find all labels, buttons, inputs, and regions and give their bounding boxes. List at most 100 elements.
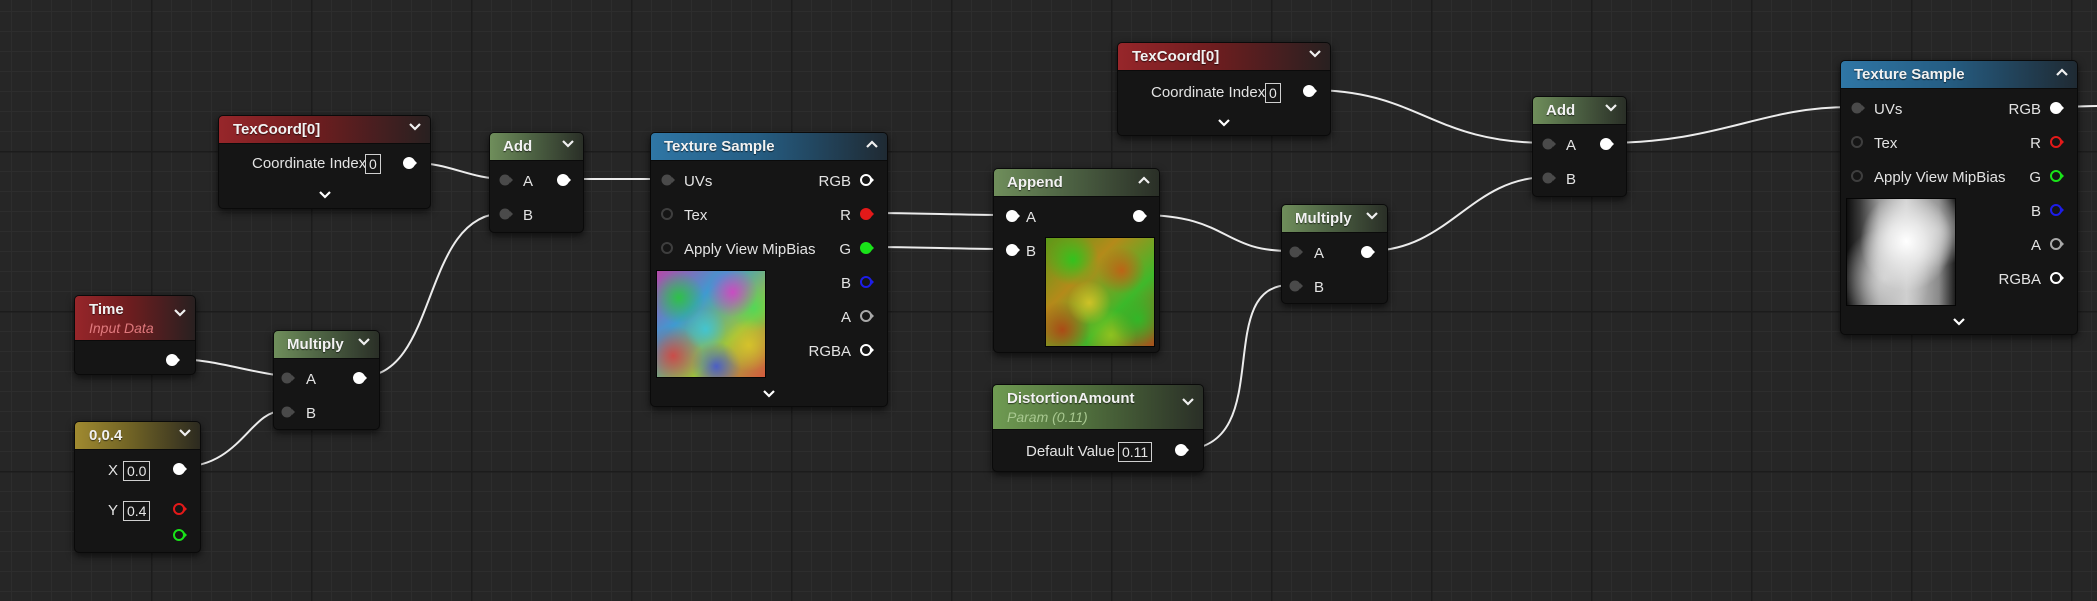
expander-arrow-icon[interactable] [1216, 116, 1232, 128]
output-pin-r[interactable] [859, 207, 875, 221]
node-title: Texture Sample [664, 138, 775, 155]
expander-arrow-icon[interactable] [317, 188, 333, 200]
input-pin-tex[interactable] [660, 207, 676, 221]
output-pin-b[interactable] [2049, 203, 2065, 217]
rgb-label: RGB [818, 173, 851, 190]
wire-texcoord2-to-add2-a [1309, 89, 1549, 144]
output-pin-green[interactable] [172, 528, 188, 542]
texcoord-node-1[interactable]: TexCoord[0] Coordinate Index 0 [218, 115, 431, 209]
texture-sample-node-1[interactable]: Texture Sample UVs Tex Apply View MipBia… [650, 132, 888, 407]
input-b-label: B [306, 405, 317, 422]
default-value-field[interactable]: 0.11 [1118, 442, 1153, 462]
input-pin-mipbias[interactable] [1850, 169, 1866, 183]
output-pin-a[interactable] [2049, 237, 2065, 251]
output-pin[interactable] [556, 173, 572, 187]
texcoord-node-2[interactable]: TexCoord[0] Coordinate Index 0 [1117, 42, 1331, 136]
r-label: R [2030, 135, 2041, 152]
chevron-down-icon[interactable] [408, 120, 422, 134]
append-node[interactable]: Append A B [993, 168, 1160, 353]
constant2vector-node[interactable]: 0,0.4 X 0.0 Y 0.4 [74, 421, 201, 553]
node-header[interactable]: Texture Sample [651, 133, 887, 161]
node-header[interactable]: Append [994, 169, 1159, 197]
chevron-up-icon[interactable] [2055, 65, 2069, 79]
chevron-up-icon[interactable] [865, 137, 879, 151]
node-header[interactable]: Time Input Data [75, 296, 195, 341]
coordinate-index-value[interactable]: 0 [365, 154, 381, 174]
multiply-node-1[interactable]: Multiply A B [273, 330, 380, 430]
output-pin[interactable] [165, 353, 181, 367]
input-pin-b[interactable] [1288, 279, 1304, 293]
chevron-down-icon[interactable] [1181, 395, 1195, 409]
texture-sample-node-2[interactable]: Texture Sample UVs Tex Apply View MipBia… [1840, 60, 2078, 335]
chevron-down-icon[interactable] [1365, 209, 1379, 223]
input-b-label: B [1026, 243, 1037, 260]
chevron-down-icon[interactable] [173, 306, 187, 320]
chevron-down-icon[interactable] [1604, 101, 1618, 115]
coordinate-index-value[interactable]: 0 [1265, 83, 1281, 103]
input-pin-uvs[interactable] [1850, 101, 1866, 115]
wire-append-to-multiply2-a [1138, 214, 1291, 252]
chevron-up-icon[interactable] [1137, 173, 1151, 187]
input-pin-a[interactable] [1005, 209, 1021, 223]
chevron-down-icon[interactable] [1308, 47, 1322, 61]
expander-arrow-icon[interactable] [1951, 315, 1967, 327]
chevron-down-icon[interactable] [357, 335, 371, 349]
output-pin-r[interactable] [2049, 135, 2065, 149]
node-header[interactable]: Multiply [274, 331, 379, 359]
y-value[interactable]: 0.4 [123, 501, 151, 521]
input-pin-mipbias[interactable] [660, 241, 676, 255]
output-pin[interactable] [1360, 245, 1376, 259]
output-pin-rgba[interactable] [2049, 271, 2065, 285]
input-pin-a[interactable] [1288, 245, 1304, 259]
texture-preview-image [656, 270, 766, 378]
input-pin-a[interactable] [1541, 137, 1557, 151]
input-pin-b[interactable] [498, 207, 514, 221]
chevron-down-icon[interactable] [561, 137, 575, 151]
time-node[interactable]: Time Input Data [74, 295, 196, 375]
node-header[interactable]: Multiply [1282, 205, 1387, 233]
output-pin[interactable] [172, 462, 188, 476]
input-pin-tex[interactable] [1850, 135, 1866, 149]
output-pin[interactable] [402, 156, 418, 170]
output-pin[interactable] [1132, 209, 1148, 223]
output-pin-rgb[interactable] [859, 173, 875, 187]
output-pin-rgba[interactable] [859, 343, 875, 357]
multiply-node-2[interactable]: Multiply A B [1281, 204, 1388, 304]
output-pin[interactable] [1302, 84, 1318, 98]
output-pin-rgb[interactable] [2049, 101, 2065, 115]
input-pin-b[interactable] [1005, 243, 1021, 257]
wire-texsample1-g-to-append-b [866, 246, 1011, 250]
chevron-down-icon[interactable] [178, 426, 192, 440]
node-header[interactable]: TexCoord[0] [219, 116, 430, 144]
input-pin-a[interactable] [498, 173, 514, 187]
node-header[interactable]: Texture Sample [1841, 61, 2077, 89]
output-pin-g[interactable] [859, 241, 875, 255]
node-title: Append [1007, 174, 1063, 191]
input-pin-a[interactable] [280, 371, 296, 385]
output-pin[interactable] [1599, 137, 1615, 151]
x-value[interactable]: 0.0 [123, 461, 151, 481]
wire-multiply1-to-add1-b [359, 212, 506, 378]
g-label: G [839, 241, 851, 258]
input-pin-uvs[interactable] [660, 173, 676, 187]
r-label: R [840, 207, 851, 224]
output-pin-b[interactable] [859, 275, 875, 289]
node-header[interactable]: 0,0.4 [75, 422, 200, 450]
add-node-1[interactable]: Add A B [489, 132, 584, 233]
output-pin[interactable] [1174, 443, 1190, 457]
node-header[interactable]: Add [490, 133, 583, 161]
output-pin-g[interactable] [2049, 169, 2065, 183]
output-pin-red[interactable] [172, 502, 188, 516]
output-pin-a[interactable] [859, 309, 875, 323]
node-header[interactable]: Add [1533, 97, 1626, 125]
node-header[interactable]: DistortionAmount Param (0.11) [993, 385, 1203, 430]
distortion-amount-param-node[interactable]: DistortionAmount Param (0.11) Default Va… [992, 384, 1204, 472]
output-pin[interactable] [352, 371, 368, 385]
mipbias-label: Apply View MipBias [1874, 169, 2006, 186]
node-title: DistortionAmount [1007, 390, 1135, 407]
input-pin-b[interactable] [1541, 171, 1557, 185]
input-pin-b[interactable] [280, 405, 296, 419]
add-node-2[interactable]: Add A B [1532, 96, 1627, 197]
node-header[interactable]: TexCoord[0] [1118, 43, 1330, 71]
expander-arrow-icon[interactable] [761, 387, 777, 399]
